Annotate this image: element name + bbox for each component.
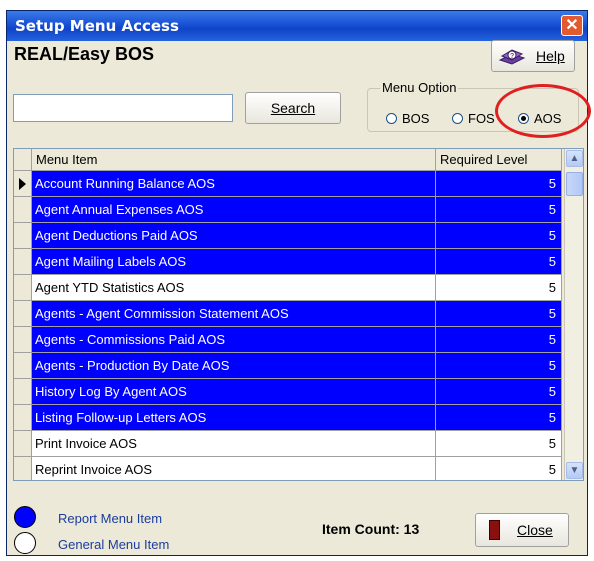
- row-indicator[interactable]: [14, 171, 32, 197]
- radio-bos-dot[interactable]: [386, 113, 397, 124]
- radio-bos-label: BOS: [402, 111, 430, 126]
- report-legend-icon: [14, 506, 36, 528]
- required-level-cell[interactable]: 5: [436, 223, 562, 249]
- search-button-label: Search: [270, 100, 316, 116]
- title-bar[interactable]: Setup Menu Access ✕: [7, 11, 587, 41]
- close-button-label: Close: [517, 522, 553, 538]
- menu-item-cell[interactable]: Agents - Agent Commission Statement AOS: [32, 301, 436, 327]
- row-indicator[interactable]: [14, 431, 32, 457]
- row-indicator[interactable]: [14, 275, 32, 301]
- help-button[interactable]: ? Help: [491, 40, 575, 72]
- row-indicator[interactable]: [14, 249, 32, 275]
- required-level-cell[interactable]: 5: [436, 327, 562, 353]
- required-level-cell[interactable]: 5: [436, 171, 562, 197]
- menu-item-cell[interactable]: Agent Mailing Labels AOS: [32, 249, 436, 275]
- general-legend-label: General Menu Item: [58, 537, 170, 552]
- radio-bos[interactable]: BOS: [386, 111, 429, 126]
- menu-item-cell[interactable]: Listing Follow-up Letters AOS: [32, 405, 436, 431]
- column-header-required-level[interactable]: Required Level: [436, 149, 562, 171]
- close-button[interactable]: Close: [475, 513, 569, 547]
- table-row[interactable]: Agent Mailing Labels AOS 5: [14, 249, 562, 275]
- row-indicator-header: [14, 149, 32, 171]
- general-legend-icon: [14, 532, 36, 554]
- table-row[interactable]: Agent Deductions Paid AOS 5: [14, 223, 562, 249]
- menu-item-grid[interactable]: Menu Item Required Level Account Running…: [13, 148, 584, 481]
- required-level-cell[interactable]: 5: [436, 379, 562, 405]
- required-level-cell[interactable]: 5: [436, 249, 562, 275]
- menu-item-cell[interactable]: Agent YTD Statistics AOS: [32, 275, 436, 301]
- help-label: Help: [536, 48, 565, 64]
- table-row[interactable]: Print Invoice AOS 5: [14, 431, 562, 457]
- column-header-menu-item[interactable]: Menu Item: [32, 149, 436, 171]
- radio-fos-label: FOS: [468, 111, 495, 126]
- door-icon: [489, 520, 500, 540]
- vertical-scrollbar[interactable]: ▲ ▼: [564, 149, 583, 480]
- table-row[interactable]: Reprint Invoice AOS 5: [14, 457, 562, 480]
- row-indicator[interactable]: [14, 327, 32, 353]
- report-legend-label: Report Menu Item: [58, 511, 163, 526]
- radio-fos-dot[interactable]: [452, 113, 463, 124]
- row-indicator[interactable]: [14, 353, 32, 379]
- menu-item-cell[interactable]: Account Running Balance AOS: [32, 171, 436, 197]
- help-book-icon: ?: [498, 49, 526, 65]
- row-indicator[interactable]: [14, 379, 32, 405]
- app-title: REAL/Easy BOS: [14, 44, 155, 64]
- table-row[interactable]: Agents - Production By Date AOS 5: [14, 353, 562, 379]
- row-indicator[interactable]: [14, 457, 32, 480]
- window-close-icon[interactable]: ✕: [561, 15, 583, 36]
- row-indicator[interactable]: [14, 197, 32, 223]
- radio-fos[interactable]: FOS: [452, 111, 495, 126]
- required-level-cell[interactable]: 5: [436, 353, 562, 379]
- required-level-cell[interactable]: 5: [436, 431, 562, 457]
- row-indicator[interactable]: [14, 405, 32, 431]
- window-title: Setup Menu Access: [15, 17, 179, 35]
- row-indicator[interactable]: [14, 223, 32, 249]
- table-row[interactable]: Agents - Commissions Paid AOS 5: [14, 327, 562, 353]
- required-level-cell[interactable]: 5: [436, 301, 562, 327]
- menu-item-cell[interactable]: Agent Annual Expenses AOS: [32, 197, 436, 223]
- menu-option-legend: Menu Option: [380, 80, 459, 95]
- item-count: Item Count: 13: [322, 521, 420, 537]
- search-button[interactable]: Search: [245, 92, 341, 124]
- highlight-annotation-circle: [495, 84, 591, 138]
- table-row[interactable]: Listing Follow-up Letters AOS 5: [14, 405, 562, 431]
- table-row[interactable]: Account Running Balance AOS 5: [14, 171, 562, 197]
- menu-item-cell[interactable]: Agents - Production By Date AOS: [32, 353, 436, 379]
- menu-item-cell[interactable]: Reprint Invoice AOS: [32, 457, 436, 480]
- menu-item-cell[interactable]: Agents - Commissions Paid AOS: [32, 327, 436, 353]
- required-level-cell[interactable]: 5: [436, 457, 562, 480]
- table-row[interactable]: Agent YTD Statistics AOS 5: [14, 275, 562, 301]
- scroll-up-icon[interactable]: ▲: [566, 150, 583, 167]
- required-level-cell[interactable]: 5: [436, 197, 562, 223]
- menu-item-cell[interactable]: Print Invoice AOS: [32, 431, 436, 457]
- row-indicator[interactable]: [14, 301, 32, 327]
- table-row[interactable]: Agent Annual Expenses AOS 5: [14, 197, 562, 223]
- scroll-thumb[interactable]: [566, 172, 583, 196]
- menu-item-cell[interactable]: History Log By Agent AOS: [32, 379, 436, 405]
- search-input[interactable]: [13, 94, 233, 122]
- scroll-down-icon[interactable]: ▼: [566, 462, 583, 479]
- table-row[interactable]: Agents - Agent Commission Statement AOS 5: [14, 301, 562, 327]
- current-row-arrow-icon: [19, 178, 26, 190]
- required-level-cell[interactable]: 5: [436, 405, 562, 431]
- menu-item-cell[interactable]: Agent Deductions Paid AOS: [32, 223, 436, 249]
- required-level-cell[interactable]: 5: [436, 275, 562, 301]
- svg-text:?: ?: [510, 53, 514, 60]
- table-row[interactable]: History Log By Agent AOS 5: [14, 379, 562, 405]
